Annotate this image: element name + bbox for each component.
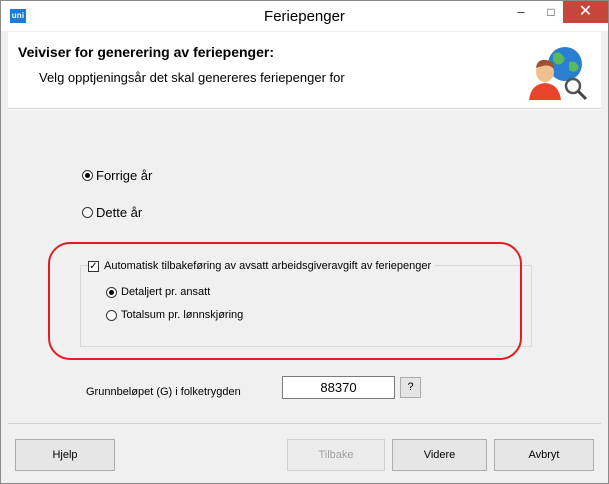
minimize-button[interactable]: – (506, 1, 536, 23)
close-button[interactable]: ✕ (563, 1, 608, 23)
radio-total-label: Totalsum pr. lønnskjøring (121, 309, 244, 321)
radio-detailed-indicator[interactable] (106, 286, 117, 298)
wizard-title: Veiviser for generering av feriepenger: (18, 44, 274, 60)
next-button[interactable]: Videre (392, 439, 487, 471)
auto-reversal-label: Automatisk tilbakeføring av avsatt arbei… (104, 260, 432, 272)
auto-reversal-checkbox[interactable]: ✓ Automatisk tilbakeføring av avsatt arb… (88, 260, 436, 272)
base-amount-label: Grunnbeløpet (G) i folketrygden (86, 386, 241, 398)
base-amount-help-button[interactable]: ? (400, 377, 421, 398)
auto-reversal-group (80, 265, 532, 347)
base-amount-field[interactable]: 88370 (282, 376, 395, 399)
radio-total-per-payroll[interactable]: Totalsum pr. lønnskjøring (106, 309, 243, 321)
help-button[interactable]: Hjelp (15, 439, 115, 471)
wizard-content: Forrige år Dette år ✓ Automatisk tilbake… (8, 109, 601, 423)
radio-detailed-label: Detaljert pr. ansatt (121, 286, 211, 298)
cancel-button[interactable]: Avbryt (494, 439, 594, 471)
radio-this-year[interactable]: Dette år (82, 205, 142, 220)
user-globe-magnifier-icon (529, 47, 588, 101)
radio-this-year-indicator[interactable] (82, 207, 93, 218)
radio-detailed-per-employee[interactable]: Detaljert pr. ansatt (106, 286, 210, 298)
title-bar[interactable]: uni Feriepenger – □ ✕ (1, 1, 608, 31)
radio-previous-year-indicator[interactable] (82, 170, 93, 181)
back-button[interactable]: Tilbake (287, 439, 385, 471)
wizard-header: Veiviser for generering av feriepenger: … (8, 32, 601, 109)
wizard-window: uni Feriepenger – □ ✕ Veiviser for gener… (0, 0, 609, 484)
wizard-footer: Hjelp Tilbake Videre Avbryt (8, 423, 601, 477)
radio-previous-year[interactable]: Forrige år (82, 168, 152, 183)
maximize-button[interactable]: □ (536, 1, 566, 23)
radio-total-indicator[interactable] (106, 309, 117, 321)
radio-previous-year-label: Forrige år (96, 168, 153, 183)
wizard-subtitle: Velg opptjeningsår det skal genereres fe… (39, 70, 345, 85)
checkbox-checked-icon[interactable]: ✓ (88, 260, 99, 272)
radio-this-year-label: Dette år (96, 205, 143, 220)
